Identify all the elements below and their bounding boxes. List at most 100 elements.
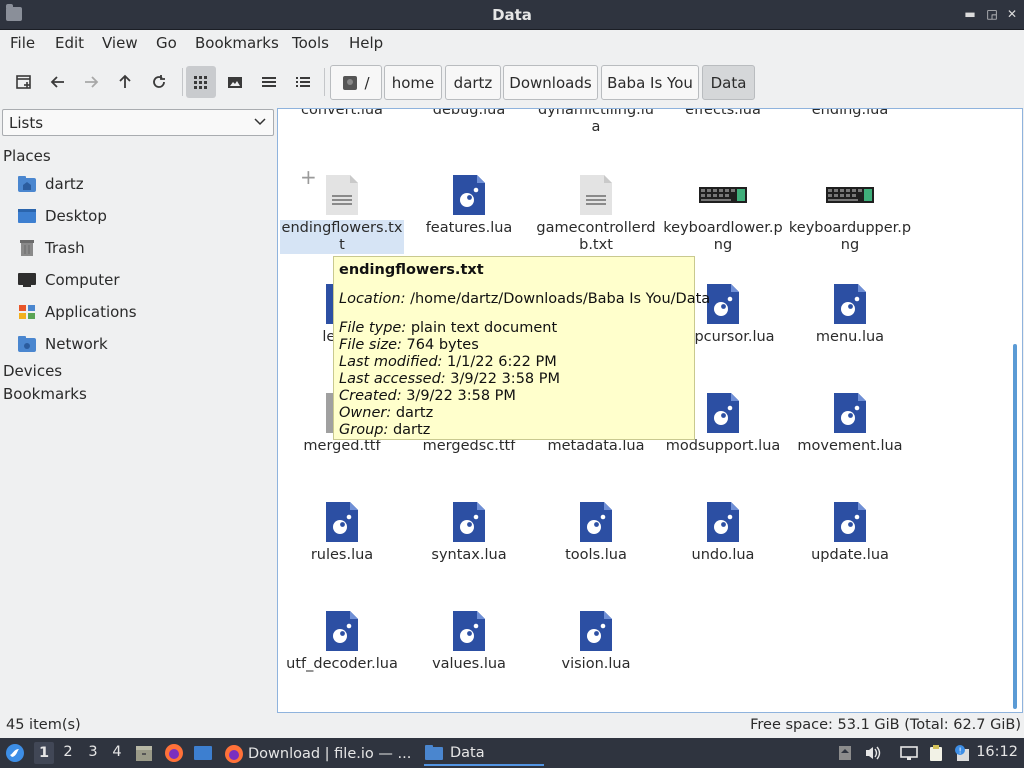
- breadcrumb-downloads[interactable]: Downloads: [503, 65, 598, 100]
- compact-view-button[interactable]: [254, 66, 284, 98]
- start-menu-button[interactable]: [4, 742, 26, 764]
- menu-bookmarks[interactable]: Bookmarks: [195, 34, 279, 52]
- show-desktop-icon: [194, 746, 212, 760]
- eject-icon: [839, 746, 851, 760]
- sidebar-item-label: dartz: [45, 175, 84, 193]
- file-item[interactable]: menu.lua: [788, 284, 912, 384]
- title-bar: Data ▬ ◲ ✕: [0, 0, 1024, 30]
- lua-file-icon: [707, 393, 739, 433]
- list-detail-icon: [296, 77, 310, 87]
- maximize-button[interactable]: ◲: [984, 6, 1000, 22]
- sidebar-item-network[interactable]: Network: [16, 332, 266, 356]
- tray-clipboard[interactable]: [925, 742, 947, 764]
- menu-tools[interactable]: Tools: [292, 34, 329, 52]
- volume-icon: [866, 746, 881, 760]
- txt-file-icon: [326, 175, 358, 215]
- back-button[interactable]: [43, 66, 73, 98]
- file-manager-launcher[interactable]: [133, 742, 155, 764]
- toolbar: / home dartz Downloads Baba Is You Data: [0, 58, 1024, 106]
- breadcrumb-root[interactable]: /: [330, 65, 382, 100]
- workspace-3[interactable]: 3: [83, 744, 103, 760]
- breadcrumb-label: home: [391, 73, 435, 92]
- menu-file[interactable]: File: [10, 34, 35, 52]
- desktop-launcher[interactable]: [192, 742, 214, 764]
- taskbar-file-manager-task[interactable]: Data: [424, 742, 544, 766]
- chevron-down-icon: [254, 118, 266, 126]
- menu-go[interactable]: Go: [156, 34, 177, 52]
- icon-view-button[interactable]: [186, 66, 216, 98]
- file-item[interactable]: rules.lua: [280, 502, 404, 602]
- file-item[interactable]: utf_decoder.lua: [280, 611, 404, 711]
- tray-volume[interactable]: [862, 742, 884, 764]
- breadcrumb-dartz[interactable]: dartz: [445, 65, 501, 100]
- clock[interactable]: 16:12: [976, 744, 1018, 760]
- workspace-2[interactable]: 2: [58, 744, 78, 760]
- bookmarks-header[interactable]: Bookmarks: [3, 385, 87, 403]
- file-item[interactable]: movement.lua: [788, 393, 912, 493]
- sidebar-item-label: Network: [45, 335, 108, 353]
- file-item[interactable]: effects.lua: [661, 108, 785, 157]
- file-name: update.lua: [811, 547, 889, 563]
- sidebar-item-applications[interactable]: Applications: [16, 300, 266, 324]
- file-item[interactable]: dynamictiling.lua: [534, 109, 658, 157]
- start-menu-icon: [6, 744, 24, 762]
- file-item[interactable]: ending.lua: [788, 109, 912, 157]
- sidebar-item-trash[interactable]: Trash: [16, 236, 266, 260]
- file-item[interactable]: undo.lua: [661, 502, 785, 602]
- file-item[interactable]: vision.lua: [534, 611, 658, 711]
- menu-view[interactable]: View: [102, 34, 138, 52]
- lua-file-icon: [580, 611, 612, 651]
- vertical-scrollbar[interactable]: [1013, 344, 1017, 709]
- close-button[interactable]: ✕: [1004, 6, 1020, 22]
- tooltip-type-row: File type: plain text document: [339, 320, 558, 336]
- new-tab-button[interactable]: [9, 66, 39, 98]
- file-item[interactable]: syntax.lua: [407, 502, 531, 602]
- firefox-launcher[interactable]: [163, 742, 185, 764]
- tray-removable-media[interactable]: [834, 742, 856, 764]
- devices-header[interactable]: Devices: [3, 362, 62, 380]
- thumbnail-view-button[interactable]: [220, 66, 250, 98]
- file-name: effects.lua: [685, 108, 761, 118]
- sidebar-item-dartz[interactable]: dartz: [16, 172, 266, 196]
- forward-button[interactable]: [76, 66, 106, 98]
- file-name: convert.lua: [301, 108, 383, 118]
- grid-icon: [194, 76, 207, 89]
- sidebar-item-label: Trash: [45, 239, 85, 257]
- breadcrumb-data[interactable]: Data: [702, 65, 755, 100]
- new-tab-icon: [16, 75, 31, 89]
- menu-edit[interactable]: Edit: [55, 34, 84, 52]
- lua-file-icon: [326, 611, 358, 651]
- file-item[interactable]: update.lua: [788, 502, 912, 602]
- sidebar-mode-select[interactable]: Lists: [2, 109, 274, 136]
- file-item[interactable]: values.lua: [407, 611, 531, 711]
- file-name: utf_decoder.lua: [286, 656, 398, 672]
- tray-network[interactable]: [898, 742, 920, 764]
- image-icon: [228, 77, 242, 88]
- breadcrumb-baba-is-you[interactable]: Baba Is You: [601, 65, 699, 100]
- file-name: undo.lua: [691, 547, 755, 563]
- places-header[interactable]: Places: [3, 147, 51, 165]
- reload-button[interactable]: [144, 66, 174, 98]
- sidebar-item-desktop[interactable]: Desktop: [16, 204, 266, 228]
- sidebar-item-computer[interactable]: Computer: [16, 268, 266, 292]
- file-name: menu.lua: [815, 329, 885, 345]
- file-item[interactable]: tools.lua: [534, 502, 658, 602]
- workspace-4[interactable]: 4: [107, 744, 127, 760]
- taskbar-browser-task[interactable]: Download | file.io — ...: [224, 742, 411, 766]
- up-button[interactable]: [110, 66, 140, 98]
- menu-help[interactable]: Help: [349, 34, 383, 52]
- file-item[interactable]: debug.lua: [407, 109, 531, 157]
- minimize-button[interactable]: ▬: [962, 6, 978, 22]
- select-plus-icon[interactable]: +: [300, 165, 317, 189]
- menu-bar: File Edit View Go Bookmarks Tools Help: [0, 30, 1024, 56]
- update-notifier-icon: !: [955, 745, 969, 761]
- breadcrumb-root-label: /: [364, 73, 370, 92]
- detailed-list-view-button[interactable]: [288, 66, 318, 98]
- breadcrumb-home[interactable]: home: [384, 65, 442, 100]
- tray-updates[interactable]: !: [951, 742, 973, 764]
- task-label: Download | file.io — ...: [248, 746, 412, 762]
- workspace-1[interactable]: 1: [34, 742, 54, 764]
- drive-icon: [343, 75, 358, 90]
- file-item[interactable]: keyboardupper.png: [788, 175, 912, 275]
- file-item[interactable]: convert.lua: [280, 108, 404, 157]
